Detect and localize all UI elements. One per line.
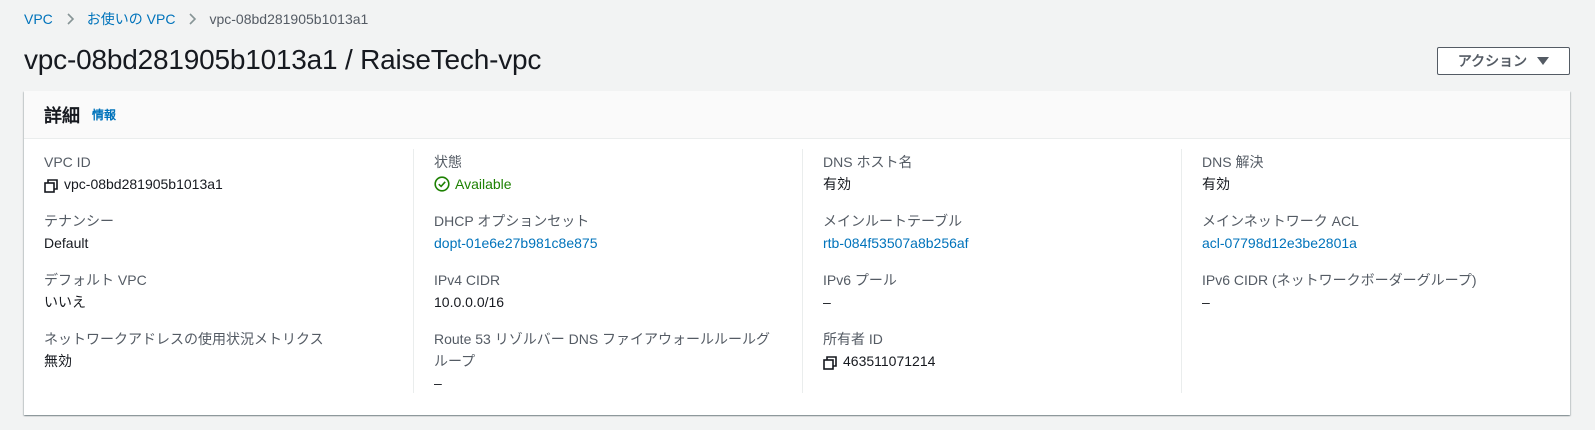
actions-button-label: アクション [1457,53,1528,69]
field-value: いいえ [44,294,86,310]
chevron-right-icon [65,13,75,25]
field-value: – [434,375,442,391]
check-circle-icon [434,176,450,192]
field-label: テナンシー [44,213,114,229]
field-value: Default [44,235,89,251]
field-label: IPv6 CIDR (ネットワークボーダーグループ) [1202,272,1477,288]
details-columns: VPC ID vpc-08bd281905b1013a1 テナンシー Defau… [24,149,1570,393]
vpc-id-value: vpc-08bd281905b1013a1 [64,176,223,192]
breadcrumb-vpc[interactable]: VPC [24,11,53,27]
breadcrumb-your-vpcs[interactable]: お使いの VPC [87,9,176,29]
breadcrumb-current: vpc-08bd281905b1013a1 [209,11,369,27]
field-tenancy: テナンシー Default [44,210,393,254]
details-column-2: 状態 Available DHCP オプションセット dopt-01e6e27b… [413,149,798,393]
main-route-table-link[interactable]: rtb-084f53507a8b256af [823,232,1171,254]
caret-down-icon [1537,57,1550,65]
field-label: DNS 解決 [1202,154,1264,170]
state-value: Available [455,176,512,192]
field-value: 10.0.0.0/16 [434,294,505,310]
field-value: Available [434,173,782,195]
field-value: vpc-08bd281905b1013a1 [44,173,393,195]
field-label: メインネットワーク ACL [1202,213,1359,229]
field-main-route-table: メインルートテーブル rtb-084f53507a8b256af [823,210,1171,254]
field-label: IPv4 CIDR [434,272,501,288]
info-link[interactable]: 情報 [92,106,116,123]
owner-id-value: 463511071214 [843,353,936,369]
field-label: ネットワークアドレスの使用状況メトリクス [44,331,324,347]
field-network-metrics: ネットワークアドレスの使用状況メトリクス 無効 [44,328,393,372]
field-label: Route 53 リゾルバー DNS ファイアウォールルールグループ [434,331,771,369]
actions-button[interactable]: アクション [1437,47,1570,75]
main-acl-link[interactable]: acl-07798d12e3be2801a [1202,232,1554,254]
field-label: デフォルト VPC [44,272,147,288]
field-value: – [1202,294,1210,310]
field-value: 有効 [823,176,851,192]
details-column-3: DNS ホスト名 有効 メインルートテーブル rtb-084f53507a8b2… [802,149,1187,393]
field-value: 有効 [1202,176,1230,192]
field-dns-hostnames: DNS ホスト名 有効 [823,151,1171,195]
field-label: VPC ID [44,154,91,170]
field-value: 無効 [44,353,72,369]
field-ipv6-pool: IPv6 プール – [823,269,1171,313]
details-column-4: DNS 解決 有効 メインネットワーク ACL acl-07798d12e3be… [1181,149,1570,393]
copy-icon[interactable] [823,354,837,370]
field-state: 状態 Available [434,151,782,195]
details-panel-header: 詳細 情報 [24,91,1570,139]
field-vpc-id: VPC ID vpc-08bd281905b1013a1 [44,151,393,195]
field-ipv6-cidr: IPv6 CIDR (ネットワークボーダーグループ) – [1202,269,1554,313]
field-label: 所有者 ID [823,331,883,347]
field-owner-id: 所有者 ID 463511071214 [823,328,1171,372]
copy-icon[interactable] [44,177,58,193]
field-label: IPv6 プール [823,272,897,288]
field-value: – [823,294,831,310]
breadcrumb: VPC お使いの VPC vpc-08bd281905b1013a1 [24,9,368,29]
field-dns-resolution: DNS 解決 有効 [1202,151,1554,195]
page-title: vpc-08bd281905b1013a1 / RaiseTech-vpc [24,44,542,75]
chevron-right-icon [187,13,197,25]
field-label: DHCP オプションセット [434,213,590,229]
field-label: 状態 [434,154,462,170]
field-main-acl: メインネットワーク ACL acl-07798d12e3be2801a [1202,210,1554,254]
details-panel-title: 詳細 [44,105,80,126]
field-route53: Route 53 リゾルバー DNS ファイアウォールルールグループ – [434,328,782,394]
dhcp-options-link[interactable]: dopt-01e6e27b981c8e875 [434,232,782,254]
field-label: DNS ホスト名 [823,154,913,170]
details-panel: 詳細 情報 VPC ID vpc-08bd281905b1013a1 テナンシー… [24,91,1570,415]
field-default-vpc: デフォルト VPC いいえ [44,269,393,313]
field-ipv4-cidr: IPv4 CIDR 10.0.0.0/16 [434,269,782,313]
field-label: メインルートテーブル [823,213,963,229]
details-column-1: VPC ID vpc-08bd281905b1013a1 テナンシー Defau… [24,149,409,393]
field-dhcp: DHCP オプションセット dopt-01e6e27b981c8e875 [434,210,782,254]
field-value: 463511071214 [823,350,1171,372]
